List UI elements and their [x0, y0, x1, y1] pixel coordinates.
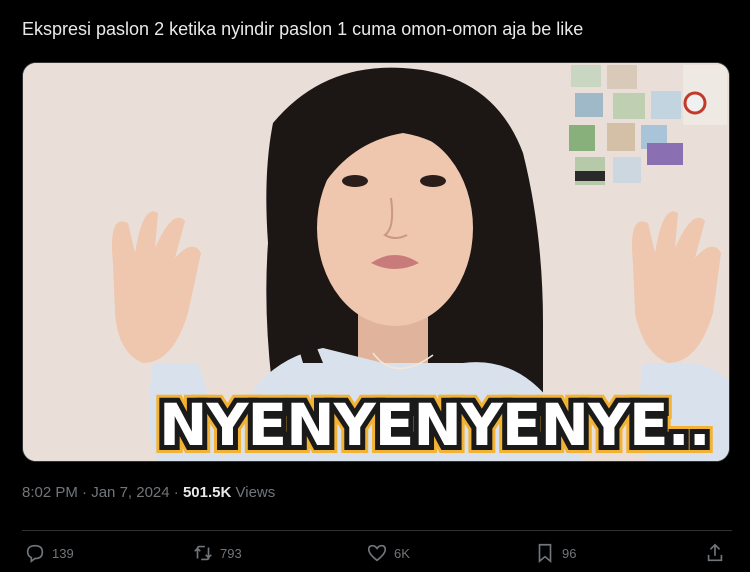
- like-count: 6K: [394, 545, 410, 561]
- video-caption: NYENYENYENYE..: [159, 391, 710, 459]
- tweet-time[interactable]: 8:02 PM: [22, 484, 78, 501]
- repost-count: 793: [220, 545, 242, 561]
- tweet-meta: 8:02 PM · Jan 7, 2024 · 501.5K Views: [22, 484, 275, 501]
- bookmark-button[interactable]: 96: [534, 542, 576, 564]
- like-button[interactable]: 6K: [366, 542, 410, 564]
- meta-separator: ·: [169, 484, 183, 501]
- tweet-actions: 139 793 6K 96: [22, 542, 732, 572]
- tweet-text: Ekspresi paslon 2 ketika nyindir paslon …: [22, 19, 584, 39]
- tweet-date[interactable]: Jan 7, 2024: [91, 484, 169, 501]
- reply-button[interactable]: 139: [24, 542, 74, 564]
- views-label: Views: [231, 484, 276, 501]
- divider: [22, 530, 732, 531]
- views-count: 501.5K: [182, 484, 232, 501]
- reply-icon: [26, 544, 44, 563]
- heart-icon: [367, 544, 387, 562]
- share-button[interactable]: [704, 542, 726, 564]
- repost-icon: [194, 545, 212, 561]
- bookmark-icon: [538, 543, 552, 564]
- meta-separator: ·: [77, 484, 92, 501]
- repost-button[interactable]: 793: [192, 542, 242, 564]
- tweet-media-video[interactable]: NYENYENYENYE.. NYENYENYENYE..: [22, 62, 730, 462]
- reply-count: 139: [52, 545, 74, 561]
- bookmark-count: 96: [562, 545, 577, 561]
- share-icon: [707, 543, 723, 562]
- video-frame: NYENYENYENYE.. NYENYENYENYE..: [23, 63, 729, 461]
